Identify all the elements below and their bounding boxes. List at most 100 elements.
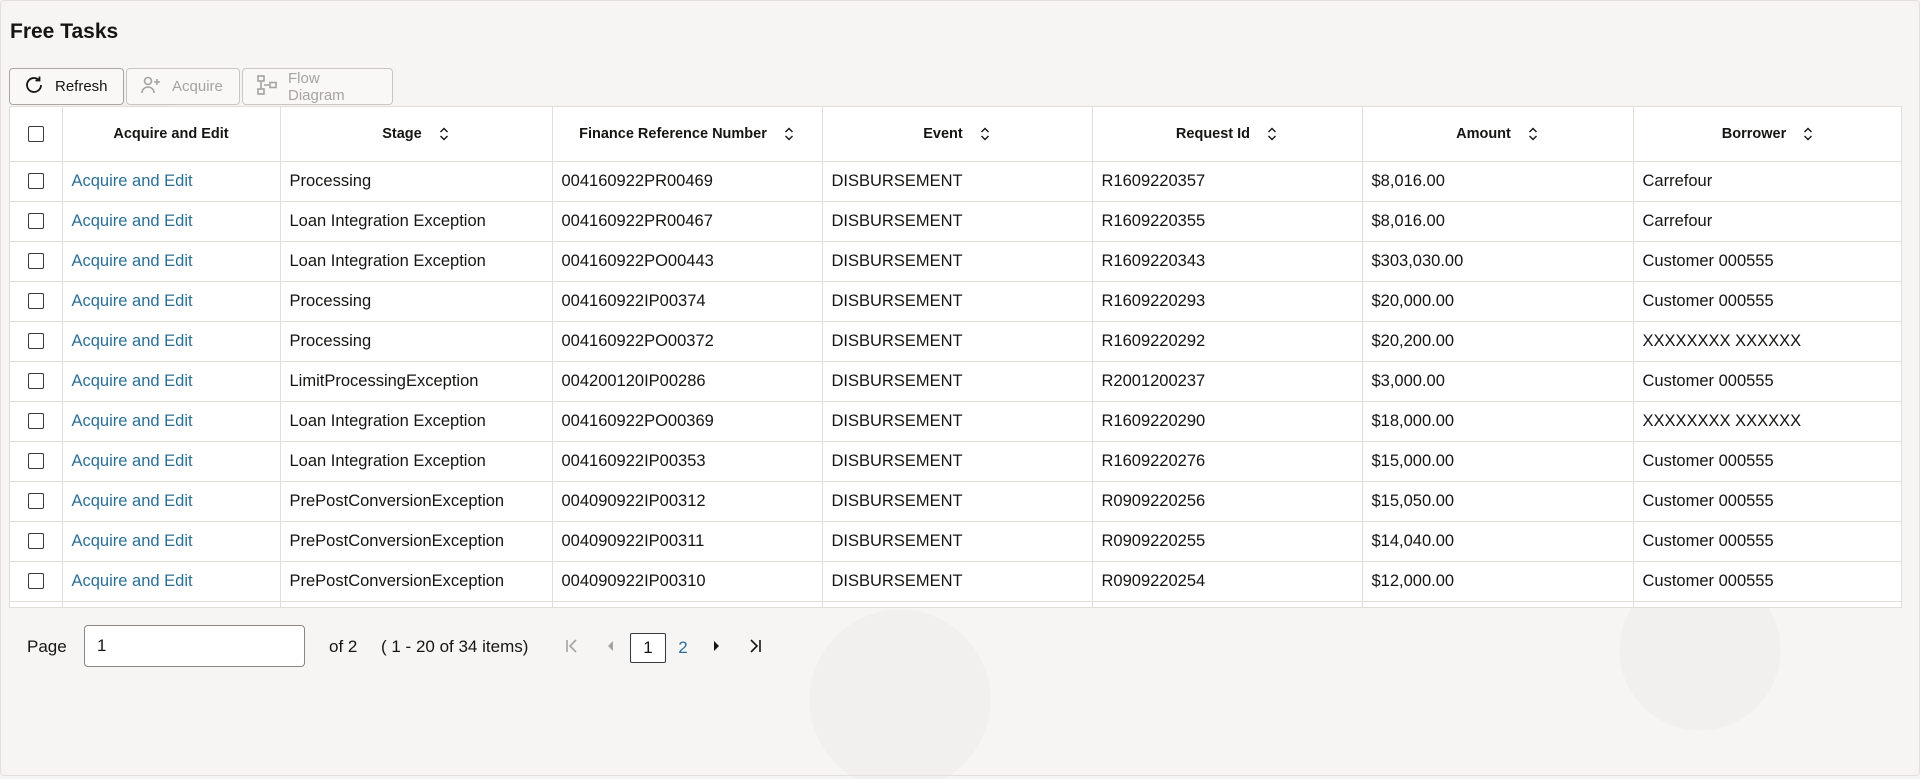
amount-cell: $20,200.00 xyxy=(1362,321,1634,362)
event-cell: DISBURSEMENT xyxy=(822,481,1093,522)
stage-cell: PrePostConversionException xyxy=(280,521,553,562)
row-select-cell xyxy=(10,561,63,602)
acquire-and-edit-link[interactable]: Acquire and Edit xyxy=(62,481,281,522)
borrower-cell: Customer 000555 xyxy=(1633,441,1901,482)
amount-cell: $15,000.00 xyxy=(1362,441,1634,482)
page-button-2[interactable]: 2 xyxy=(674,633,692,663)
table-row: Acquire and Edit Processing 004160922PR004… xyxy=(10,161,1901,202)
empty-cell xyxy=(552,601,823,607)
column-header-request-id[interactable]: Request Id xyxy=(1092,107,1363,162)
empty-cell xyxy=(10,601,63,607)
column-header-label: Request Id xyxy=(1175,125,1251,142)
row-checkbox[interactable] xyxy=(27,453,44,470)
column-header-label: Borrower xyxy=(1721,125,1787,142)
request-id-cell: R0909220255 xyxy=(1092,521,1363,562)
select-all-checkbox[interactable] xyxy=(27,125,44,142)
flow-diagram-icon xyxy=(255,73,279,101)
borrower-cell: Customer 000555 xyxy=(1633,361,1901,402)
next-page-icon[interactable] xyxy=(705,634,727,658)
row-checkbox[interactable] xyxy=(27,413,44,430)
refresh-icon xyxy=(22,73,46,101)
finance-reference-cell: 004160922PO00372 xyxy=(552,321,823,362)
acquire-and-edit-link[interactable]: Acquire and Edit xyxy=(62,561,281,602)
pagination: Page of 2 ( 1 - 20 of 34 items) 1 2 xyxy=(0,624,1000,668)
acquire-button[interactable]: Acquire xyxy=(126,68,240,105)
table-row: Acquire and Edit Processing 004160922PO003… xyxy=(10,321,1901,362)
row-checkbox[interactable] xyxy=(27,493,44,510)
table-row: Acquire and Edit LimitProcessingException… xyxy=(10,361,1901,402)
column-header-amount[interactable]: Amount xyxy=(1362,107,1634,162)
acquire-and-edit-link[interactable]: Acquire and Edit xyxy=(62,361,281,402)
request-id-cell: R0909220256 xyxy=(1092,481,1363,522)
column-header-borrower[interactable]: Borrower xyxy=(1633,107,1901,162)
row-select-cell xyxy=(10,361,63,402)
acquire-and-edit-link[interactable]: Acquire and Edit xyxy=(62,201,281,242)
table-row: Acquire and Edit Loan Integration Excepti… xyxy=(10,441,1901,482)
finance-reference-cell: 004160922PR00469 xyxy=(552,161,823,202)
stage-cell: Loan Integration Exception xyxy=(280,401,553,442)
event-cell: DISBURSEMENT xyxy=(822,161,1093,202)
acquire-and-edit-link[interactable]: Acquire and Edit xyxy=(62,441,281,482)
amount-cell: $20,000.00 xyxy=(1362,281,1634,322)
stage-cell: PrePostConversionException xyxy=(280,481,553,522)
row-checkbox[interactable] xyxy=(27,533,44,550)
sort-icon[interactable] xyxy=(979,127,991,141)
column-header-event[interactable]: Event xyxy=(822,107,1093,162)
refresh-button[interactable]: Refresh xyxy=(9,68,124,105)
finance-reference-cell: 004160922IP00353 xyxy=(552,441,823,482)
row-select-cell xyxy=(10,441,63,482)
acquire-and-edit-link[interactable]: Acquire and Edit xyxy=(62,241,281,282)
row-checkbox[interactable] xyxy=(27,293,44,310)
acquire-and-edit-link[interactable]: Acquire and Edit xyxy=(62,521,281,562)
sort-icon[interactable] xyxy=(438,127,450,141)
sort-icon[interactable] xyxy=(1527,127,1539,141)
amount-cell: $18,000.00 xyxy=(1362,401,1634,442)
amount-cell: $8,016.00 xyxy=(1362,161,1634,202)
event-cell: DISBURSEMENT xyxy=(822,241,1093,282)
table-row: Acquire and Edit Processing 004160922IP003… xyxy=(10,281,1901,322)
first-page-icon[interactable] xyxy=(561,634,583,658)
finance-reference-cell: 004200120IP00286 xyxy=(552,361,823,402)
borrower-cell: Carrefour xyxy=(1633,201,1901,242)
amount-cell: $8,016.00 xyxy=(1362,201,1634,242)
finance-reference-cell: 004160922PO00369 xyxy=(552,401,823,442)
borrower-cell: Customer 000555 xyxy=(1633,481,1901,522)
amount-cell: $303,030.00 xyxy=(1362,241,1634,282)
table-row: Acquire and Edit PrePostConversionExcepti… xyxy=(10,561,1901,602)
finance-reference-cell: 004160922PO00443 xyxy=(552,241,823,282)
flow-diagram-button[interactable]: Flow Diagram xyxy=(242,68,393,105)
borrower-cell: Carrefour xyxy=(1633,161,1901,202)
row-select-cell xyxy=(10,281,63,322)
row-checkbox[interactable] xyxy=(27,253,44,270)
event-cell: DISBURSEMENT xyxy=(822,201,1093,242)
empty-cell xyxy=(280,601,553,607)
request-id-cell: R1609220290 xyxy=(1092,401,1363,442)
last-page-icon[interactable] xyxy=(744,634,766,658)
prev-page-icon[interactable] xyxy=(600,634,622,658)
page-number-input[interactable] xyxy=(84,625,305,667)
stage-cell: Loan Integration Exception xyxy=(280,201,553,242)
stage-cell: Processing xyxy=(280,161,553,202)
row-checkbox[interactable] xyxy=(27,573,44,590)
page-count-text: of 2 xyxy=(329,637,358,656)
page-button-current[interactable]: 1 xyxy=(630,633,666,663)
sort-icon[interactable] xyxy=(783,127,795,141)
column-header-finance-reference-number[interactable]: Finance Reference Number xyxy=(552,107,823,162)
row-checkbox[interactable] xyxy=(27,373,44,390)
row-checkbox[interactable] xyxy=(27,213,44,230)
sort-icon[interactable] xyxy=(1266,127,1278,141)
table-row-partial xyxy=(10,601,1901,607)
acquire-and-edit-link[interactable]: Acquire and Edit xyxy=(62,321,281,362)
page-title: Free Tasks xyxy=(10,20,119,43)
row-checkbox[interactable] xyxy=(27,333,44,350)
row-checkbox[interactable] xyxy=(27,173,44,190)
acquire-and-edit-link[interactable]: Acquire and Edit xyxy=(62,401,281,442)
column-header-acquire-and-edit: Acquire and Edit xyxy=(62,107,281,162)
amount-cell: $12,000.00 xyxy=(1362,561,1634,602)
table-header-row: Acquire and Edit Stage Finance Reference… xyxy=(10,107,1901,162)
column-header-stage[interactable]: Stage xyxy=(280,107,553,162)
sort-icon[interactable] xyxy=(1802,127,1814,141)
stage-cell: PrePostConversionException xyxy=(280,561,553,602)
acquire-and-edit-link[interactable]: Acquire and Edit xyxy=(62,281,281,322)
acquire-and-edit-link[interactable]: Acquire and Edit xyxy=(62,161,281,202)
